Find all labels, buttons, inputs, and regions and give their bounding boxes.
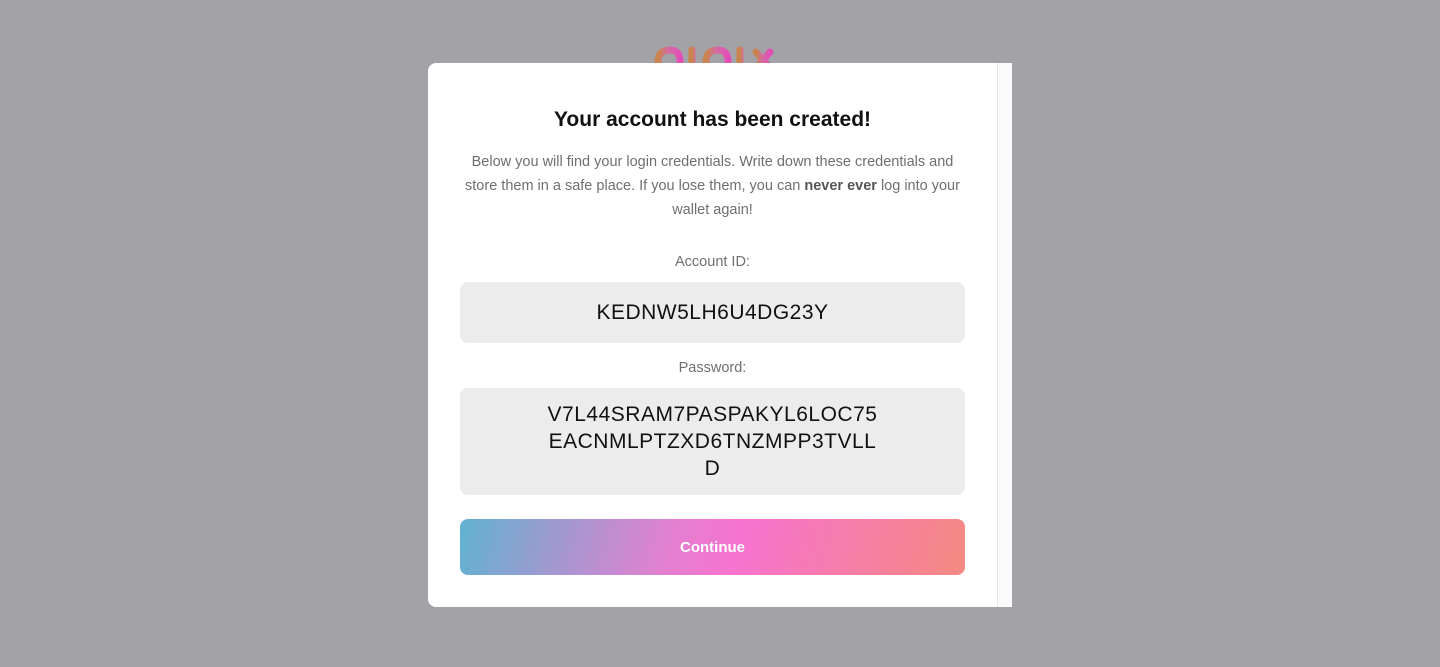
modal-title: Your account has been created!	[553, 108, 872, 131]
account-id-field[interactable]: KEDNW5LH6U4DG23Y	[460, 282, 965, 343]
password-label: Password:	[678, 360, 747, 376]
account-id-label: Account ID:	[675, 254, 750, 270]
credentials-instructions: Below you will find your login credentia…	[460, 150, 965, 222]
modal-scrollbar[interactable]	[997, 63, 1012, 607]
instructions-emphasis: never ever	[804, 178, 877, 194]
account-id-value[interactable]: KEDNW5LH6U4DG23Y	[548, 299, 878, 326]
continue-button[interactable]: Continue	[460, 519, 965, 575]
password-value[interactable]: V7L44SRAM7PASPAKYL6LOC75EACNMLPTZXD6TNZM…	[548, 401, 878, 482]
password-field[interactable]: V7L44SRAM7PASPAKYL6LOC75EACNMLPTZXD6TNZM…	[460, 388, 965, 495]
